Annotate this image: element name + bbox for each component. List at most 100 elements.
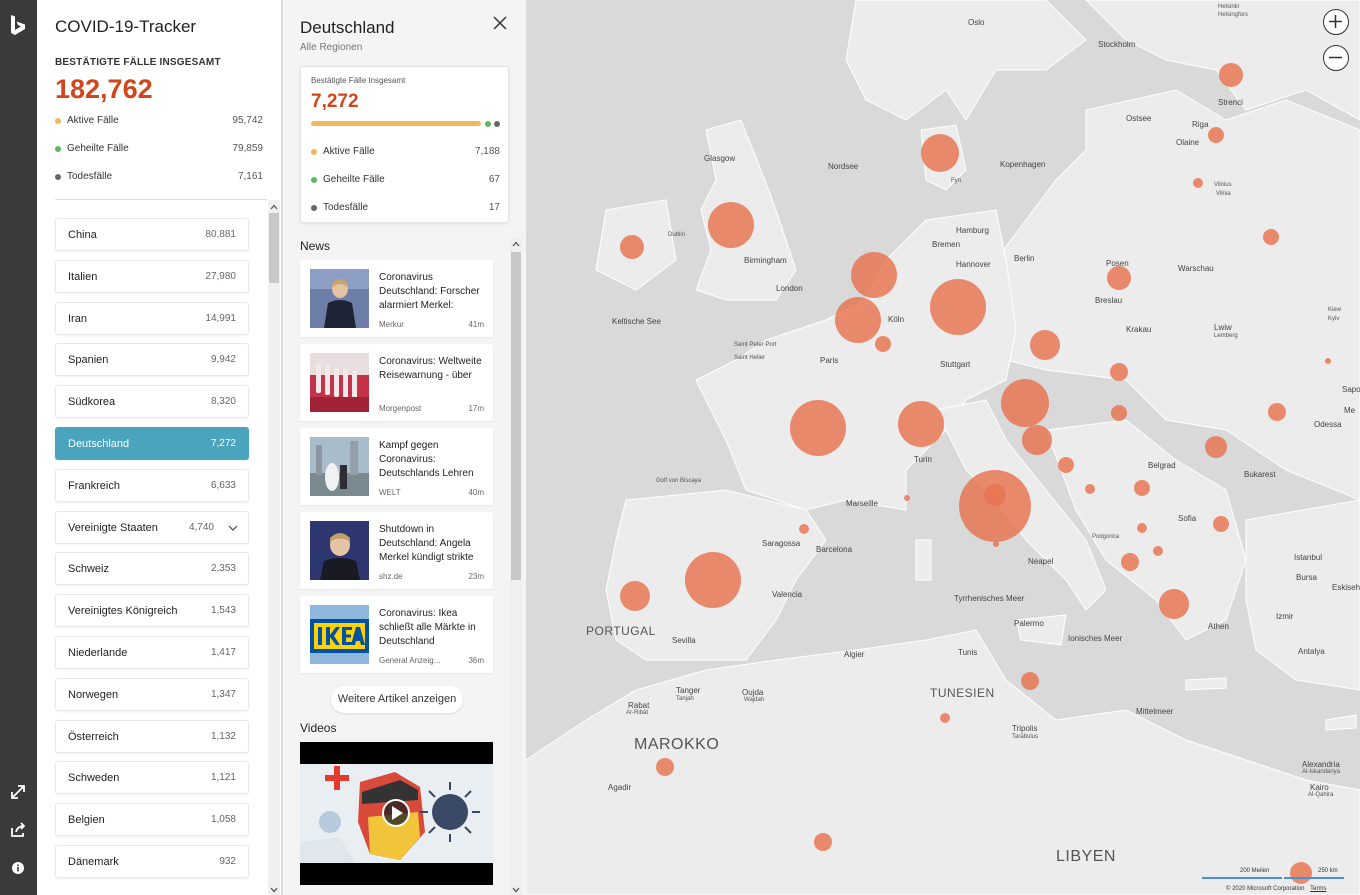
news-time: 23m	[468, 572, 484, 581]
case-bubble[interactable]	[1263, 229, 1279, 245]
country-item[interactable]: Niederlande 1,417	[55, 635, 249, 669]
case-bubble[interactable]	[1325, 358, 1331, 364]
case-bubble[interactable]	[685, 552, 741, 608]
country-value: 1,543	[210, 605, 236, 617]
bing-logo-icon[interactable]	[8, 14, 28, 38]
case-bubble[interactable]	[708, 202, 754, 248]
map-view[interactable]: Helsinki Helsingfors Oslo Stockholm Riga Stre…	[525, 0, 1360, 895]
case-bubble[interactable]	[1001, 379, 1049, 427]
detail-subtitle: Alle Regionen	[300, 42, 363, 53]
country-item[interactable]: Vereinigte Staaten 4,740	[55, 510, 249, 544]
country-name: Belgien	[68, 814, 105, 827]
map-label: Glasgow	[704, 154, 736, 163]
case-bubble[interactable]	[851, 252, 897, 298]
scroll-down-icon[interactable]	[269, 886, 279, 894]
case-bubble[interactable]	[1022, 425, 1052, 455]
case-bubble[interactable]	[1107, 266, 1131, 290]
more-articles-button[interactable]: Weitere Artikel anzeigen	[331, 686, 463, 713]
country-list-scroll-thumb[interactable]	[269, 213, 279, 283]
info-icon[interactable]	[8, 858, 28, 878]
country-item[interactable]: Norwegen 1,347	[55, 677, 249, 711]
case-bubble[interactable]	[814, 833, 832, 851]
country-item[interactable]: Frankreich 6,633	[55, 468, 249, 502]
case-bubble[interactable]	[1085, 484, 1095, 494]
country-item[interactable]: Italien 27,980	[55, 259, 249, 293]
case-bubble[interactable]	[904, 495, 910, 501]
terms-link[interactable]: Terms	[1310, 886, 1326, 892]
country-item[interactable]: Südkorea 8,320	[55, 385, 249, 419]
country-item[interactable]: Deutschland 7,272	[55, 426, 249, 460]
video-thumbnail[interactable]	[300, 742, 493, 885]
case-bubble[interactable]	[620, 581, 650, 611]
case-bubble[interactable]	[620, 235, 644, 259]
case-bubble[interactable]	[790, 400, 846, 456]
case-bubble[interactable]	[1205, 436, 1227, 458]
news-title[interactable]: Coronavirus Deutschland: Forscher alarmi…	[379, 271, 487, 313]
case-bubble[interactable]	[656, 758, 674, 776]
map-label: Hannover	[956, 260, 991, 269]
country-item[interactable]: Schweiz 2,353	[55, 552, 249, 586]
country-item[interactable]: China 80,881	[55, 218, 249, 251]
map-label: Sevilla	[672, 636, 696, 645]
scroll-up-icon[interactable]	[269, 203, 279, 211]
news-card[interactable]: Coronavirus: Ikea schließt alle Märkte i…	[300, 596, 493, 673]
scroll-up-icon[interactable]	[511, 240, 521, 248]
country-item[interactable]: Belgien 1,058	[55, 803, 249, 837]
country-item[interactable]: Spanien 9,942	[55, 343, 249, 377]
chevron-down-icon[interactable]	[228, 523, 238, 533]
case-bubble[interactable]	[1121, 553, 1139, 571]
case-bubble[interactable]	[799, 524, 809, 534]
case-bubble[interactable]	[1159, 589, 1189, 619]
case-bubble[interactable]	[898, 401, 944, 447]
news-title[interactable]: Coronavirus: Ikea schließt alle Märkte i…	[379, 607, 487, 649]
zoom-in-button[interactable]	[1323, 9, 1349, 35]
country-item[interactable]: Schweden 1,121	[55, 761, 249, 795]
scroll-down-icon[interactable]	[511, 886, 521, 894]
news-card[interactable]: Coronavirus Deutschland: Forscher alarmi…	[300, 260, 493, 337]
map-label: Al-Qahira	[1308, 792, 1334, 798]
detail-scroll-thumb[interactable]	[511, 252, 521, 580]
news-card[interactable]: Shutdown in Deutschland: Angela Merkel k…	[300, 512, 493, 589]
case-bubble[interactable]	[835, 297, 881, 343]
case-bubble[interactable]	[1021, 672, 1039, 690]
country-item[interactable]: Iran 14,991	[55, 301, 249, 335]
case-bubble[interactable]	[1268, 403, 1286, 421]
news-card[interactable]: Coronavirus: Weltweite Reisewarnung - üb…	[300, 344, 493, 421]
case-bubble[interactable]	[1111, 405, 1127, 421]
case-bubble[interactable]	[1030, 330, 1060, 360]
news-thumbnail-image	[310, 605, 369, 664]
map-label: Stuttgart	[940, 360, 971, 369]
case-bubble[interactable]	[940, 713, 950, 723]
zoom-out-button[interactable]	[1323, 45, 1349, 71]
case-bubble[interactable]	[1208, 127, 1224, 143]
country-item[interactable]: Dänemark 932	[55, 844, 249, 878]
case-bubble[interactable]	[1058, 457, 1074, 473]
map-label: Helsinki	[1218, 4, 1240, 10]
news-title[interactable]: Kampf gegen Coronavirus: Deutschlands Le…	[379, 439, 487, 481]
case-bubble[interactable]	[1219, 63, 1243, 87]
share-icon[interactable]	[8, 820, 28, 840]
case-bubble[interactable]	[921, 134, 959, 172]
case-bubble[interactable]	[1213, 516, 1229, 532]
case-bubble[interactable]	[984, 484, 1006, 506]
news-card[interactable]: Kampf gegen Coronavirus: Deutschlands Le…	[300, 428, 493, 505]
country-list-scrollbar[interactable]	[268, 200, 280, 895]
expand-icon[interactable]	[8, 782, 28, 802]
stat-recovered: Geheilte Fälle 79,859	[55, 142, 263, 158]
news-title[interactable]: Coronavirus: Weltweite Reisewarnung - üb…	[379, 355, 487, 397]
scale-miles-label: 200 Meilen	[1240, 868, 1270, 874]
case-bubble[interactable]	[1110, 363, 1128, 381]
case-bubble[interactable]	[1137, 523, 1147, 533]
case-bubble[interactable]	[1153, 546, 1163, 556]
case-bubble[interactable]	[875, 336, 891, 352]
news-title[interactable]: Shutdown in Deutschland: Angela Merkel k…	[379, 523, 487, 565]
deaths-dot-icon	[55, 174, 61, 180]
map-label: Dublin	[668, 232, 686, 238]
country-item[interactable]: Österreich 1,132	[55, 719, 249, 753]
case-bubble[interactable]	[993, 541, 999, 547]
case-bubble[interactable]	[930, 279, 986, 335]
case-bubble[interactable]	[1134, 480, 1150, 496]
close-icon[interactable]	[493, 16, 507, 30]
case-bubble[interactable]	[1193, 178, 1203, 188]
country-item[interactable]: Vereinigtes Königreich 1,543	[55, 594, 249, 628]
